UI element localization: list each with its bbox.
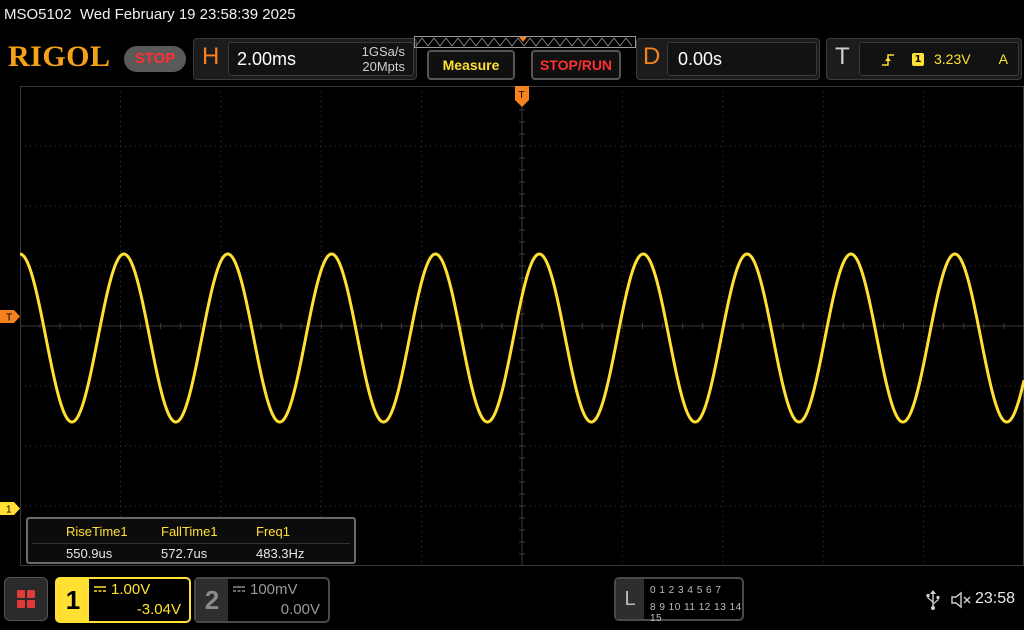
menu-grid-cell [17, 600, 25, 608]
trigger-level-marker[interactable]: T [0, 310, 20, 323]
trigger-mode: A [998, 51, 1008, 67]
trigger-panel[interactable]: T 1 3.23V A [826, 38, 1022, 80]
logic-analyzer-panel[interactable]: L 0 1 2 3 4 5 6 7 8 9 10 11 12 13 14 15 [614, 577, 744, 624]
rigol-logo: RIGOL [8, 40, 111, 73]
datetime: Wed February 19 23:58:39 2025 [79, 6, 296, 23]
model-name: MSO5102 [4, 6, 72, 23]
dc-coupling-icon [94, 586, 106, 592]
measurement-name: Freq1 [256, 524, 290, 539]
measurement-value: 572.7us [161, 546, 208, 561]
channel1-number: 1 [57, 579, 89, 621]
trigger-position-marker-label: T [519, 90, 525, 101]
menu-grid-cell [17, 590, 25, 598]
delay-panel[interactable]: D 0.00s [636, 38, 820, 80]
memory-depth: 20Mpts [362, 59, 405, 74]
bottom-bar: 1 1.00V -3.04V 2 100mV 0.00V L 0 1 2 3 4… [0, 570, 1024, 630]
dc-coupling-icon [233, 586, 245, 592]
channel1-offset: -3.04V [136, 601, 181, 618]
delay-letter: D [643, 43, 661, 70]
channel2-number: 2 [196, 579, 228, 621]
timebase-value: 2.00ms [237, 49, 297, 69]
channel1-offset-marker[interactable]: 1 [0, 502, 20, 515]
speaker-muted-icon[interactable] [950, 591, 972, 609]
trigger-level: 3.23V [934, 51, 971, 67]
waveform-display[interactable] [20, 86, 1024, 566]
trigger-settings[interactable]: 1 3.23V A [859, 42, 1019, 76]
measurement-divider [32, 543, 350, 544]
channel2-scale: 100mV [250, 581, 298, 598]
memory-timeline-icon [414, 36, 636, 48]
measure-button[interactable]: Measure [427, 50, 515, 80]
channel1-scale: 1.00V [111, 581, 151, 598]
horizontal-panel[interactable]: H 2.00ms 1GSa/s 20Mpts [193, 38, 417, 80]
channel2-panel[interactable]: 2 100mV 0.00V [194, 577, 330, 623]
channel1-panel[interactable]: 1 1.00V -3.04V [55, 577, 191, 623]
rising-edge-icon [882, 54, 894, 66]
trigger-position-marker[interactable]: T [515, 86, 529, 108]
channel1-offset-marker-label: 1 [6, 505, 12, 516]
trigger-level-marker-label: T [6, 313, 12, 324]
trigger-source-badge: 1 [912, 53, 924, 66]
status-clock: 23:58 [975, 590, 1016, 607]
horizontal-letter: H [202, 43, 220, 70]
measurement-value: 483.3Hz [256, 546, 305, 561]
channel2-offset: 0.00V [280, 601, 320, 618]
delay-settings[interactable]: 0.00s [667, 42, 817, 76]
horizontal-settings[interactable]: 2.00ms 1GSa/s 20Mpts [228, 42, 414, 76]
stop-run-button[interactable]: STOP/RUN [531, 50, 621, 80]
measurement-value: 550.9us [66, 546, 113, 561]
trigger-letter: T [835, 43, 850, 70]
main-menu-button[interactable] [4, 577, 48, 621]
acquisition-info: 1GSa/s 20Mpts [362, 44, 405, 74]
measurement-name: RiseTime1 [66, 524, 128, 539]
logic-letter: L [616, 579, 644, 619]
window-title: MSO5102 Wed February 19 23:58:39 2025 [4, 6, 296, 23]
menu-grid-cell [27, 590, 35, 598]
logic-channels-row2: 8 9 10 11 12 13 14 15 [650, 602, 742, 624]
title-bar: MSO5102 Wed February 19 23:58:39 2025 [0, 0, 1024, 32]
delay-value: 0.00s [678, 49, 723, 69]
top-control-bar: RIGOL STOP H 2.00ms 1GSa/s 20Mpts Measur… [0, 34, 1024, 84]
measurement-panel[interactable]: RiseTime1 550.9us FallTime1 572.7us Freq… [26, 517, 356, 564]
menu-grid-cell [27, 600, 35, 608]
sample-rate: 1GSa/s [361, 44, 405, 59]
measurement-name: FallTime1 [161, 524, 218, 539]
logic-channels-row1: 0 1 2 3 4 5 6 7 [650, 585, 722, 596]
run-state-badge[interactable]: STOP [124, 46, 186, 72]
usb-icon [926, 590, 940, 610]
